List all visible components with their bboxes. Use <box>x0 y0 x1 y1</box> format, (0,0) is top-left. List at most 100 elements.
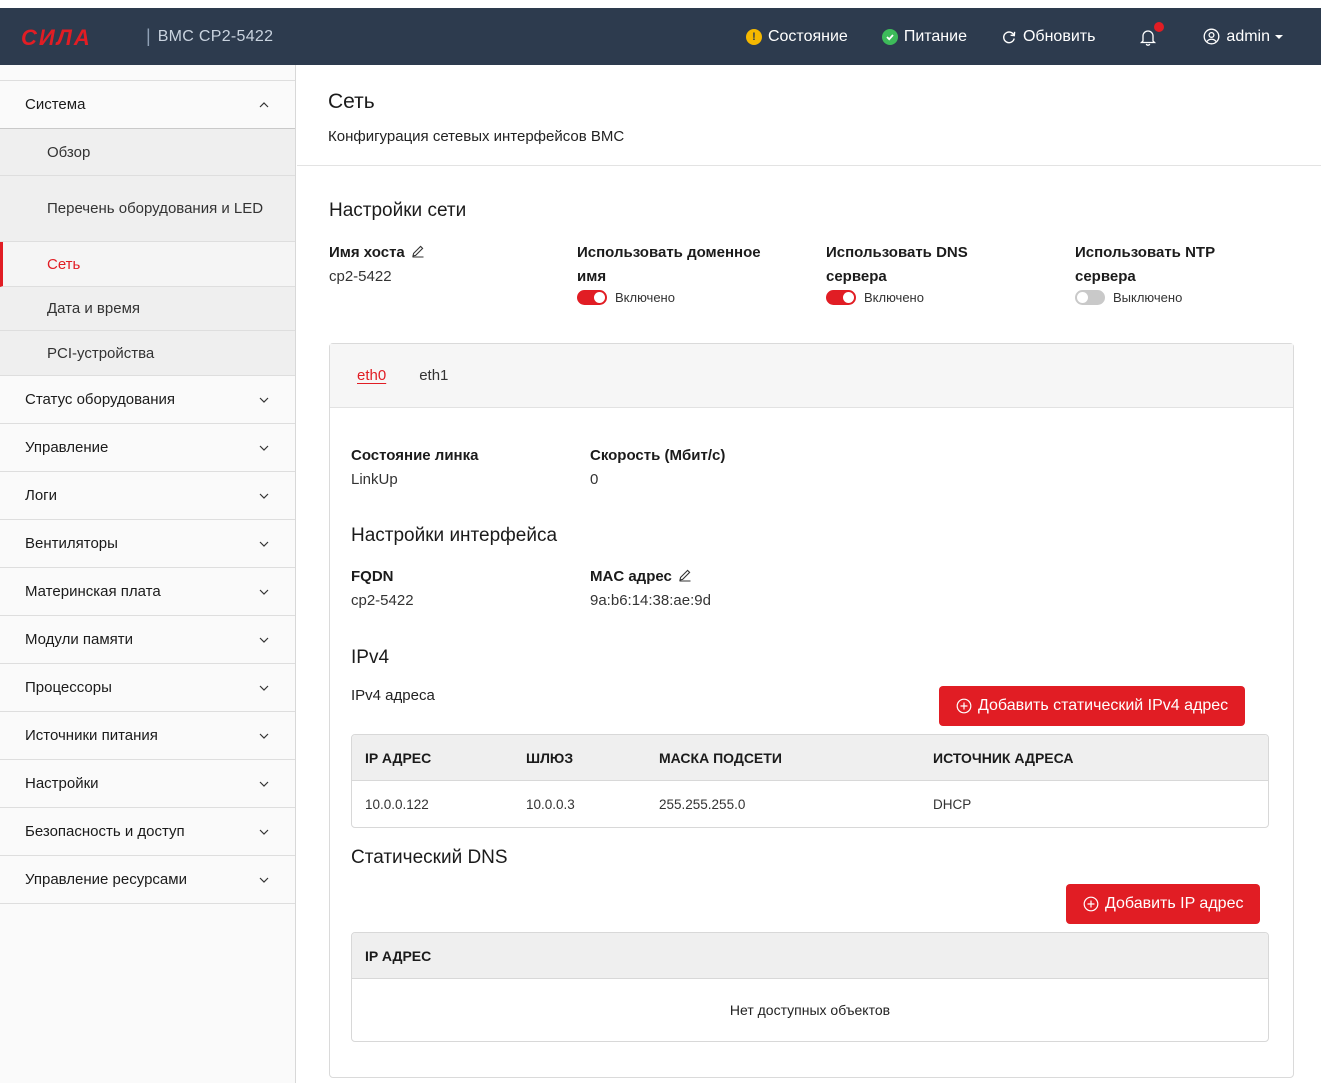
refresh-button[interactable]: Обновить <box>1001 28 1095 46</box>
use-dns-setting: Использовать DNS сервера Включено <box>826 241 968 305</box>
plus-circle-icon <box>956 698 972 714</box>
edit-mac-icon[interactable] <box>678 568 692 582</box>
column-header: IP АДРЕС <box>365 749 432 766</box>
speed-label: Скорость (Мбит/с) <box>590 447 726 464</box>
brand: СИЛА | BMC CP2-5422 <box>21 26 273 47</box>
caret-down-icon <box>1275 34 1283 39</box>
sidebar-group-motherboard[interactable]: Материнская плата <box>0 568 295 616</box>
ipv4-addresses-label: IPv4 адреса <box>351 687 435 704</box>
sidebar-group-label: Источники питания <box>25 727 158 744</box>
edit-hostname-icon[interactable] <box>411 244 425 258</box>
status-label: Состояние <box>767 27 848 45</box>
power-button[interactable]: Питание <box>881 27 967 46</box>
status-button[interactable]: ! Состояние <box>745 27 848 46</box>
mac-label: MAC адрес <box>590 568 672 585</box>
sidebar-group-label: Логи <box>25 487 58 504</box>
use-domain-toggle[interactable]: Включено <box>577 290 761 305</box>
sidebar-item-overview[interactable]: Обзор <box>0 129 295 176</box>
sidebar-group-logs[interactable]: Логи <box>0 472 295 520</box>
mac-value: 9a:b6:14:38:ae:9d <box>590 592 711 609</box>
dns-table: IP АДРЕС Нет доступных объектов <box>351 932 1269 1042</box>
sidebar-group-hardware-status[interactable]: Статус оборудования <box>0 376 295 424</box>
sidebar-group-security[interactable]: Безопасность и доступ <box>0 808 295 856</box>
link-state-field: Состояние линка LinkUp <box>351 444 478 492</box>
sidebar-group-control[interactable]: Управление <box>0 424 295 472</box>
interfaces-card: eth0 eth1 Состояние линка LinkUp Скорост… <box>329 343 1294 1078</box>
notification-badge <box>1154 21 1165 32</box>
chevron-down-icon <box>259 829 269 835</box>
sidebar-group-resources[interactable]: Управление ресурсами <box>0 856 295 904</box>
interface-panel: Состояние линка LinkUp Скорость (Мбит/с)… <box>351 344 1273 1079</box>
sidebar-item-label: Дата и время <box>47 300 141 317</box>
page-header: Сеть Конфигурация сетевых интерфейсов BM… <box>297 65 1321 166</box>
page-title: Сеть <box>328 90 375 113</box>
static-dns-title: Статический DNS <box>351 847 508 868</box>
address-source-cell: DHCP <box>933 796 972 812</box>
chevron-up-icon <box>259 101 269 107</box>
table-row: 10.0.0.122 10.0.0.3 255.255.255.0 DHCP <box>352 781 1268 827</box>
plus-circle-icon <box>1083 896 1099 912</box>
use-dns-toggle[interactable]: Включено <box>826 290 968 305</box>
sidebar-group-system[interactable]: Система <box>0 81 295 129</box>
user-menu[interactable]: admin <box>1203 28 1284 46</box>
sidebar-item-label: PCI-устройства <box>47 344 155 362</box>
chevron-down-icon <box>259 493 269 499</box>
sidebar-item-network[interactable]: Сеть <box>0 242 295 287</box>
ip-address-cell: 10.0.0.122 <box>365 796 429 812</box>
column-header: МАСКА ПОДСЕТИ <box>659 749 782 766</box>
sidebar-group-label: Статус оборудования <box>25 391 176 408</box>
sidebar-item-label: Перечень оборудования и LED <box>47 199 264 217</box>
sidebar-group-memory[interactable]: Модули памяти <box>0 616 295 664</box>
add-ip-address-button[interactable]: Добавить IP адрес <box>1066 884 1261 924</box>
chevron-down-icon <box>259 541 269 547</box>
warning-icon: ! <box>745 28 762 45</box>
sidebar-group-fans[interactable]: Вентиляторы <box>0 520 295 568</box>
toggle-switch <box>1075 290 1105 305</box>
sidebar-group-label: Система <box>25 96 86 113</box>
sidebar-item-label: Сеть <box>47 255 81 273</box>
column-header: ИСТОЧНИК АДРЕСА <box>933 749 1074 766</box>
use-domain-label-line1: Использовать доменное <box>577 244 761 261</box>
svg-text:СИЛА: СИЛА <box>21 27 92 47</box>
brand-model: BMC CP2-5422 <box>157 27 274 45</box>
use-ntp-toggle[interactable]: Выключено <box>1075 290 1215 305</box>
sidebar-item-inventory[interactable]: Перечень оборудования и LED <box>0 176 295 242</box>
add-static-ipv4-button[interactable]: Добавить статический IPv4 адрес <box>939 686 1246 726</box>
power-label: Питание <box>903 27 967 45</box>
user-icon <box>1203 28 1220 45</box>
chevron-down-icon <box>259 637 269 643</box>
sidebar-group-processors[interactable]: Процессоры <box>0 664 295 712</box>
sidebar-item-date-time[interactable]: Дата и время <box>0 287 295 331</box>
check-icon <box>881 28 898 45</box>
top-bar: СИЛА | BMC CP2-5422 ! Состояние Питание … <box>0 8 1321 65</box>
chevron-down-icon <box>259 445 269 451</box>
fqdn-field: FQDN cp2-5422 <box>351 565 414 613</box>
ipv4-table: IP АДРЕС ШЛЮЗ МАСКА ПОДСЕТИ ИСТОЧНИК АДР… <box>351 734 1269 828</box>
speed-value: 0 <box>590 471 599 488</box>
toggle-state: Выключено <box>1113 290 1183 305</box>
refresh-label: Обновить <box>1022 27 1096 45</box>
empty-row: Нет доступных объектов <box>352 979 1268 1041</box>
chevron-down-icon <box>259 877 269 883</box>
sidebar-item-pci-devices[interactable]: PCI-устройства <box>0 331 295 376</box>
chevron-down-icon <box>259 781 269 787</box>
refresh-icon <box>1001 29 1017 45</box>
subnet-mask-cell: 255.255.255.0 <box>659 796 746 812</box>
mac-field: MAC адрес 9a:b6:14:38:ae:9d <box>590 565 711 613</box>
hostname-setting: Имя хоста cp2-5422 <box>329 241 425 289</box>
sidebar-group-settings[interactable]: Настройки <box>0 760 295 808</box>
interface-settings-title: Настройки интерфейса <box>351 525 558 546</box>
chevron-down-icon <box>259 589 269 595</box>
notifications-button[interactable] <box>1139 21 1165 46</box>
column-header: ШЛЮЗ <box>526 749 574 766</box>
use-dns-label-line2: сервера <box>826 268 887 285</box>
empty-message: Нет доступных объектов <box>729 1002 891 1018</box>
gateway-cell: 10.0.0.3 <box>526 796 575 812</box>
link-state-label: Состояние линка <box>351 447 479 464</box>
fqdn-value: cp2-5422 <box>351 592 414 609</box>
column-header: IP АДРЕС <box>365 947 432 964</box>
sidebar-item-label: Обзор <box>47 143 91 161</box>
sidebar-group-power-supplies[interactable]: Источники питания <box>0 712 295 760</box>
hostname-value: cp2-5422 <box>329 268 392 285</box>
link-state-value: LinkUp <box>351 471 398 488</box>
